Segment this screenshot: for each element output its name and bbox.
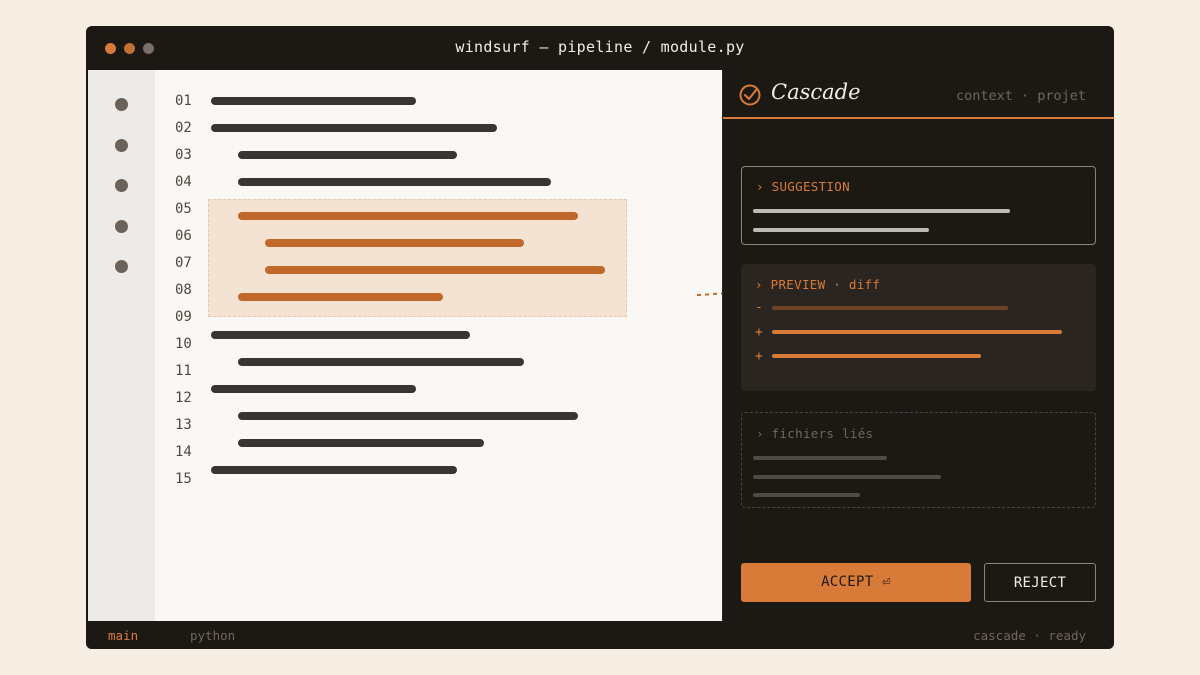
status-language[interactable]: python xyxy=(190,628,235,643)
activity-bar xyxy=(88,70,155,621)
app-window: windsurf — pipeline / module.py 01 02 03… xyxy=(86,26,1114,649)
line-number: 05 xyxy=(175,201,192,217)
reject-button[interactable]: REJECT xyxy=(984,563,1096,602)
preview-title: › PREVIEW · diff xyxy=(755,277,881,292)
activity-item-4[interactable] xyxy=(115,220,128,233)
diff-removed-line xyxy=(772,306,1008,310)
activity-item-3[interactable] xyxy=(115,179,128,192)
related-file-line xyxy=(753,475,941,479)
status-indicator: cascade · ready xyxy=(973,628,1086,643)
line-number: 07 xyxy=(175,255,192,271)
accept-button[interactable]: ACCEPT ⏎ xyxy=(741,563,971,602)
suggestion-line xyxy=(753,209,1010,213)
line-number: 06 xyxy=(175,228,192,244)
line-number: 02 xyxy=(175,120,192,136)
related-file-line xyxy=(753,456,887,460)
panel-header: Cascade context · projet xyxy=(723,70,1114,119)
line-number: 15 xyxy=(175,471,192,487)
line-number: 14 xyxy=(175,444,192,460)
status-bar: main python cascade · ready xyxy=(86,621,1114,649)
highlighted-code-line xyxy=(238,212,578,220)
diff-added-line xyxy=(772,330,1062,334)
highlighted-code-line xyxy=(238,293,443,301)
code-line xyxy=(211,331,470,339)
code-line xyxy=(238,358,524,366)
code-line xyxy=(211,124,497,132)
activity-item-1[interactable] xyxy=(115,98,128,111)
context-label[interactable]: context · projet xyxy=(956,88,1086,104)
related-files-title: › fichiers liés xyxy=(756,426,874,441)
diff-removed-sign: - xyxy=(755,300,763,315)
line-number: 03 xyxy=(175,147,192,163)
highlighted-code-line xyxy=(265,239,524,247)
suggestion-line xyxy=(753,228,929,232)
line-number: 01 xyxy=(175,93,192,109)
check-circle-icon xyxy=(739,84,761,106)
line-number: 10 xyxy=(175,336,192,352)
line-number: 12 xyxy=(175,390,192,406)
cascade-panel: Cascade context · projet › SUGGESTION › … xyxy=(722,70,1114,621)
line-number: 04 xyxy=(175,174,192,190)
code-line xyxy=(238,412,578,420)
suggestion-card[interactable]: › SUGGESTION xyxy=(741,166,1096,245)
line-number: 09 xyxy=(175,309,192,325)
line-number: 08 xyxy=(175,282,192,298)
title-bar: windsurf — pipeline / module.py xyxy=(86,26,1114,70)
activity-item-5[interactable] xyxy=(115,260,128,273)
code-line xyxy=(238,439,484,447)
suggestion-title: › SUGGESTION xyxy=(756,179,850,194)
code-line xyxy=(211,97,416,105)
code-line xyxy=(238,178,551,186)
diff-added-line xyxy=(772,354,981,358)
highlighted-code-line xyxy=(265,266,605,274)
activity-item-2[interactable] xyxy=(115,139,128,152)
diff-added-sign: + xyxy=(755,349,763,364)
panel-title: Cascade xyxy=(771,80,861,104)
window-title: windsurf — pipeline / module.py xyxy=(455,38,745,56)
line-number: 13 xyxy=(175,417,192,433)
related-file-line xyxy=(753,493,860,497)
preview-card[interactable]: › PREVIEW · diff - + + xyxy=(741,264,1096,391)
code-line xyxy=(238,151,457,159)
code-line xyxy=(211,466,457,474)
code-line xyxy=(211,385,416,393)
diff-added-sign: + xyxy=(755,325,763,340)
code-editor[interactable]: 01 02 03 04 05 06 07 08 09 10 11 12 13 1… xyxy=(155,70,779,621)
related-files-card[interactable]: › fichiers liés xyxy=(741,412,1096,508)
status-branch[interactable]: main xyxy=(108,628,138,643)
line-number: 11 xyxy=(175,363,192,379)
